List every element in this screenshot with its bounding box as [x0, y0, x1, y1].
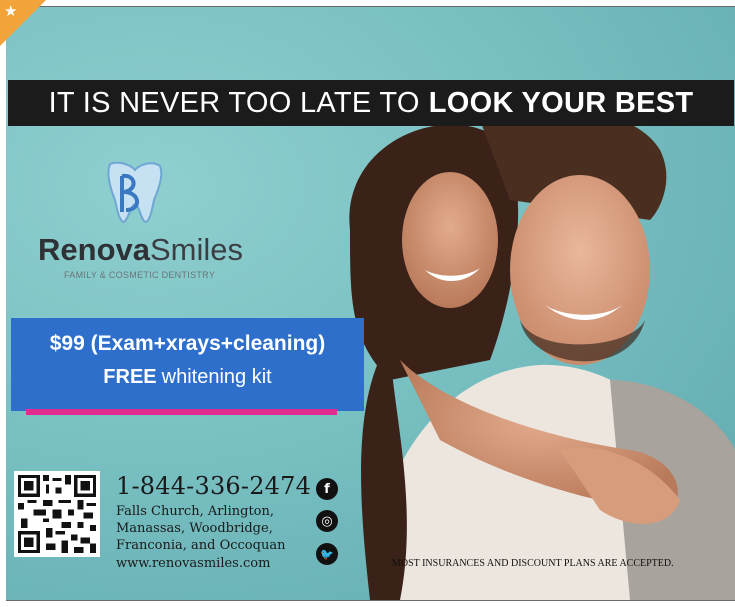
- contact-info: 1-844-336-2474 Falls Church, Arlington, …: [116, 472, 311, 573]
- location-line: Falls Church, Arlington,: [116, 504, 274, 519]
- location-line: Franconia, and Occoquan: [116, 538, 286, 553]
- headline-regular: IT IS NEVER TOO LATE TO: [48, 86, 420, 119]
- headline-bold: LOOK YOUR BEST: [428, 86, 694, 119]
- phone-number[interactable]: 1-844-336-2474: [116, 472, 311, 500]
- promo-accent-bar: [26, 409, 337, 415]
- insurance-disclaimer: MOST INSURANCES AND DISCOUNT PLANS ARE A…: [392, 558, 674, 569]
- logo-name-regular: Smiles: [149, 232, 243, 267]
- promo-offer: FREE whitening kit: [11, 366, 364, 389]
- logo-name-bold: Renova: [38, 232, 150, 267]
- advertisement: ★ IT IS NEVER TOO LATE TO LOOK YOUR BEST: [0, 0, 735, 607]
- website-link[interactable]: www.renovasmiles.com: [116, 555, 311, 573]
- promo-box: $99 (Exam+xrays+cleaning) FREE whitening …: [11, 318, 364, 411]
- qr-code-icon: [18, 475, 96, 553]
- logo-wordmark: RenovaSmiles: [38, 232, 243, 268]
- twitter-icon[interactable]: 🐦: [316, 543, 338, 565]
- promo-price: $99 (Exam+xrays+cleaning): [49, 332, 326, 355]
- headline-banner: IT IS NEVER TOO LATE TO LOOK YOUR BEST: [8, 80, 734, 126]
- location-line: Manassas, Woodbridge,: [116, 521, 273, 536]
- renovasmiles-logo: RenovaSmiles FAMILY & COSMETIC DENTISTRY: [38, 160, 258, 290]
- couple-photo: [349, 107, 735, 600]
- bottom-border: [6, 600, 735, 601]
- locations-list: Falls Church, Arlington, Manassas, Woodb…: [116, 503, 311, 554]
- promo-offer-rest: whitening kit: [161, 366, 272, 388]
- facebook-icon[interactable]: f: [316, 478, 338, 500]
- tooth-logo-icon: [107, 161, 163, 224]
- instagram-icon[interactable]: ◎: [316, 510, 338, 532]
- qr-code[interactable]: [14, 471, 100, 557]
- promo-free: FREE: [103, 366, 157, 388]
- logo-tagline: FAMILY & COSMETIC DENTISTRY: [64, 270, 216, 280]
- star-icon: ★: [4, 3, 18, 20]
